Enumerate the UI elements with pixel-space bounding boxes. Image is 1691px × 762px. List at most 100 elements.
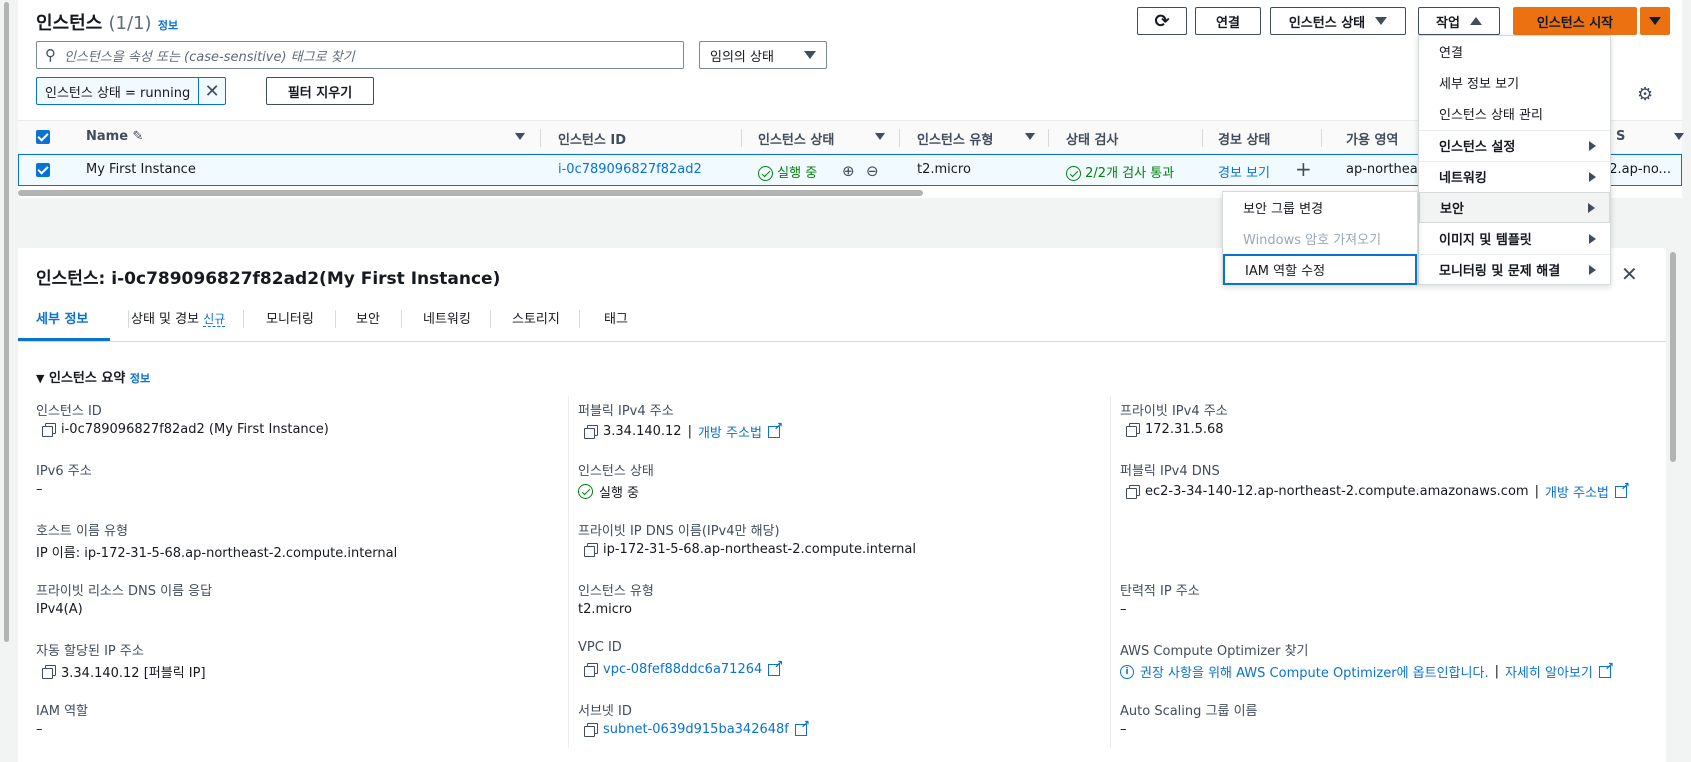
subnet-link[interactable]: subnet-0639d915ba342648f [603, 722, 789, 737]
launch-instance-button[interactable]: 인스턴스 시작 [1513, 7, 1637, 35]
copy-icon[interactable] [584, 663, 598, 677]
private-ipv4-value: 172.31.5.68 [1126, 422, 1224, 437]
gear-icon[interactable]: ⚙ [1637, 84, 1653, 105]
copy-icon[interactable] [1126, 485, 1140, 499]
field-label: 퍼블릭 IPv4 주소 [578, 404, 674, 419]
menu-item-manage-state[interactable]: 인스턴스 상태 관리 [1419, 98, 1610, 129]
menu-item-view-details[interactable]: 세부 정보 보기 [1419, 67, 1610, 98]
row-instance-id-link[interactable]: i-0c789096827f82ad2 [558, 162, 702, 177]
instance-type-value: t2.micro [578, 602, 632, 617]
menu-item-monitor-troubleshoot[interactable]: 모니터링 및 문제 해결 [1419, 254, 1610, 285]
clear-filters-button[interactable]: 필터 지우기 [266, 77, 374, 105]
opt-in-link[interactable]: 권장 사항을 위해 AWS Compute Optimizer에 옵트인합니다. [1140, 662, 1489, 681]
tab-tags[interactable]: 태그 [604, 308, 628, 327]
hostname-type-value: IP 이름: ip-172-31-5-68.ap-northeast-2.com… [36, 546, 398, 561]
open-address-link[interactable]: 개방 주소법 [698, 422, 762, 441]
actions-button[interactable]: 작업 [1418, 7, 1500, 35]
field-label: IAM 역할 [36, 704, 88, 719]
page-title-text: 인스턴스 [36, 13, 103, 34]
vpc-link[interactable]: vpc-08fef88ddc6a71264 [603, 662, 762, 677]
sort-icon[interactable] [515, 133, 525, 140]
row-checkbox[interactable] [36, 163, 50, 177]
instance-detail-panel: 인스턴스: i-0c789096827f82ad2(My First Insta… [18, 248, 1666, 762]
sort-icon[interactable] [1674, 133, 1684, 140]
horizontal-scrollbar[interactable] [18, 190, 923, 196]
column-name[interactable]: Name ✎ [86, 129, 143, 144]
column-instance-type[interactable]: 인스턴스 유형 [917, 129, 993, 148]
caret-right-icon [1589, 233, 1596, 244]
close-icon[interactable]: ✕ [1621, 262, 1638, 286]
view-alarms-link[interactable]: 경보 보기 [1218, 162, 1270, 181]
learn-more-link[interactable]: 자세히 알아보기 [1505, 662, 1593, 681]
tab-monitoring[interactable]: 모니터링 [266, 308, 314, 327]
close-icon[interactable]: ✕ [199, 78, 225, 104]
menu-item-instance-settings[interactable]: 인스턴스 설정 [1419, 130, 1610, 161]
zoom-in-icon[interactable]: ⊕ [842, 162, 855, 180]
copy-icon[interactable] [42, 423, 56, 437]
menu-item-modify-iam-role[interactable]: IAM 역할 수정 [1223, 254, 1417, 285]
sort-icon[interactable] [875, 133, 885, 140]
right-scrollbar[interactable] [1667, 248, 1679, 762]
caret-down-icon [1649, 17, 1661, 25]
section-header[interactable]: ▼ 인스턴스 요약 정보 [36, 367, 150, 386]
zoom-out-icon[interactable]: ⊖ [866, 162, 879, 180]
external-link-icon [1614, 480, 1630, 498]
field-label: 프라이빗 리소스 DNS 이름 응답 [36, 584, 213, 599]
filter-token: 인스턴스 상태 = running ✕ [36, 77, 227, 105]
caret-right-icon [1588, 202, 1595, 213]
instance-count: (1/1) [108, 13, 152, 34]
autoscaling-group-value: – [1120, 722, 1127, 737]
copy-icon[interactable] [584, 543, 598, 557]
detail-title: 인스턴스: i-0c789096827f82ad2(My First Insta… [36, 269, 501, 289]
column-availability-zone[interactable]: 가용 영역 [1346, 129, 1398, 148]
edit-icon: ✎ [132, 129, 144, 144]
tab-status-alarms[interactable]: 상태 및 경보 신규 [131, 308, 226, 327]
status-ok-icon [758, 166, 773, 181]
iam-role-value: – [36, 722, 43, 737]
field-label: AWS Compute Optimizer 찾기 [1120, 644, 1309, 659]
menu-item-security[interactable]: 보안 [1419, 192, 1610, 223]
copy-icon[interactable] [584, 425, 598, 439]
copy-icon[interactable] [1126, 423, 1140, 437]
menu-item-get-windows-password[interactable]: Windows 암호 가져오기 [1223, 223, 1417, 254]
tab-details[interactable]: 세부 정보 [36, 308, 88, 327]
tab-storage[interactable]: 스토리지 [512, 308, 560, 327]
column-instance-state[interactable]: 인스턴스 상태 [758, 129, 834, 148]
column-public-dns[interactable]: S [1616, 129, 1625, 144]
open-address-link[interactable]: 개방 주소법 [1545, 482, 1609, 501]
info-link[interactable]: 정보 [130, 372, 150, 385]
sort-icon[interactable] [1025, 133, 1035, 140]
tab-security[interactable]: 보안 [356, 308, 380, 327]
search-input[interactable]: ⚲ 인스턴스을 속성 또는 (case-sensitive) 태그로 찾기 [36, 41, 684, 69]
private-dns-value: ip-172-31-5-68.ap-northeast-2.compute.in… [584, 542, 916, 557]
external-link-icon [768, 658, 783, 676]
caret-right-icon [1589, 140, 1596, 151]
copy-icon[interactable] [584, 723, 598, 737]
info-icon: i [1120, 664, 1134, 679]
info-link[interactable]: 정보 [158, 19, 178, 32]
column-instance-id[interactable]: 인스턴스 ID [558, 129, 626, 148]
caret-right-icon [1589, 171, 1596, 182]
instance-state-button[interactable]: 인스턴스 상태 [1270, 7, 1406, 35]
connect-button[interactable]: 연결 [1195, 7, 1261, 35]
field-label: Auto Scaling 그룹 이름 [1120, 704, 1258, 719]
menu-item-connect[interactable]: 연결 [1419, 36, 1610, 67]
search-icon: ⚲ [45, 46, 56, 64]
select-all-checkbox[interactable] [36, 130, 50, 144]
copy-icon[interactable] [42, 665, 56, 679]
tab-networking[interactable]: 네트워킹 [423, 308, 471, 327]
plus-icon[interactable]: + [1295, 157, 1312, 181]
menu-item-networking[interactable]: 네트워킹 [1419, 161, 1610, 192]
left-scrollbar[interactable] [0, 0, 12, 762]
state-select[interactable]: 임의의 상태 [699, 41, 827, 69]
column-status-check[interactable]: 상태 검사 [1066, 129, 1118, 148]
compute-optimizer-value: i 권장 사항을 위해 AWS Compute Optimizer에 옵트인합니다… [1120, 660, 1614, 681]
column-alarm-status[interactable]: 경보 상태 [1218, 129, 1270, 148]
instance-state-value: 실행 중 [578, 482, 639, 501]
menu-item-images-templates[interactable]: 이미지 및 템플릿 [1419, 223, 1610, 254]
actions-menu: 연결 세부 정보 보기 인스턴스 상태 관리 인스턴스 설정 네트워킹 보안 이… [1418, 35, 1611, 285]
menu-item-change-security-groups[interactable]: 보안 그룹 변경 [1223, 192, 1417, 223]
refresh-button[interactable]: ⟳ [1137, 7, 1187, 35]
caret-down-icon: ▼ [36, 372, 45, 385]
launch-dropdown-button[interactable] [1640, 7, 1670, 35]
